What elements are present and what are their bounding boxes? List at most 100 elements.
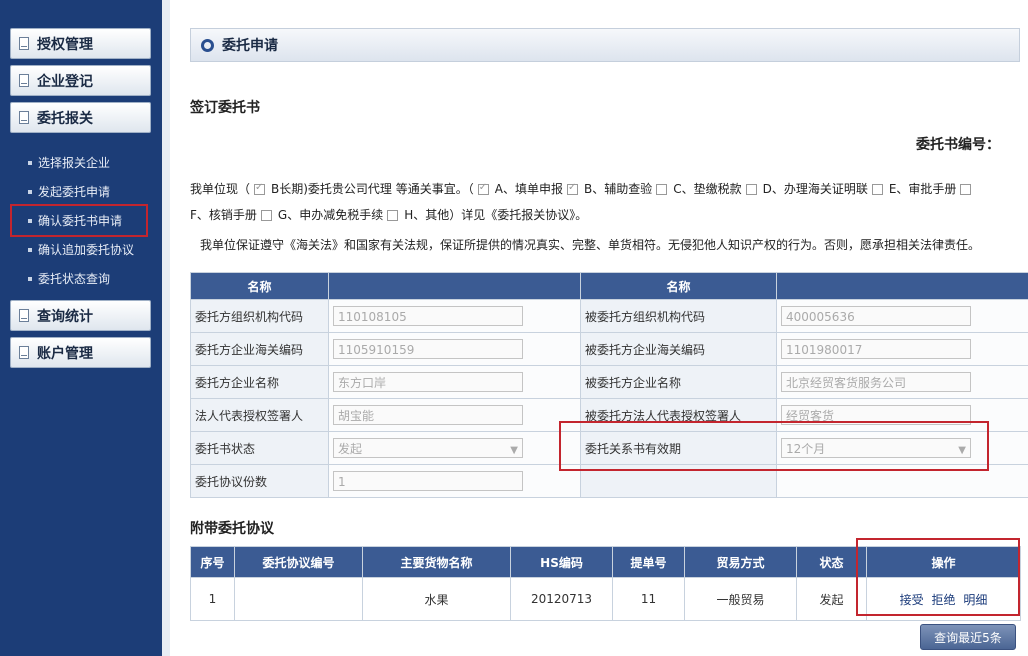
- field-label: 委托书状态: [190, 431, 329, 465]
- sub-item-label: 确认追加委托协议: [38, 243, 135, 257]
- option-g-checkbox[interactable]: [260, 210, 272, 221]
- table-row: 委托方组织机构代码 110108105 被委托方组织机构代码 400005636: [190, 299, 1028, 333]
- long-term-checkbox[interactable]: [254, 182, 266, 195]
- text: B长期)委托贵公司代理 等通关事宜。（: [271, 182, 474, 196]
- sidebar-item-label: 授权管理: [37, 36, 93, 53]
- document-icon: [19, 346, 29, 359]
- page-title: 委托申请: [222, 38, 278, 54]
- field-label: 委托方组织机构代码: [190, 299, 329, 333]
- document-icon: [19, 74, 29, 87]
- hs-code: 20120713: [510, 577, 613, 621]
- field-label: 被委托方法人代表授权签署人: [580, 398, 777, 432]
- column-header: 贸易方式: [684, 546, 797, 578]
- company-name-field[interactable]: 东方口岸: [333, 372, 523, 392]
- option-e-label: E、审批手册: [888, 182, 957, 196]
- sidebar-item-entrusted-declaration[interactable]: 委托报关: [10, 102, 151, 133]
- column-header: 提单号: [612, 546, 685, 578]
- column-header: 主要货物名称: [362, 546, 511, 578]
- option-c-label: C、垫缴税款: [673, 182, 742, 196]
- chevron-down-icon: ▼: [958, 445, 966, 456]
- sidebar-item-label: 企业登记: [37, 73, 93, 90]
- entrust-scope-line-2: F、核销手册 G、申办减免税手续 H、其他）详见《委托报关协议》。: [190, 206, 587, 223]
- section-title-sign: 签订委托书: [190, 100, 260, 116]
- operations-cell: 接受 拒绝 明细: [866, 577, 1021, 621]
- sidebar-item-enterprise-registration[interactable]: 企业登记: [10, 65, 151, 96]
- agent-customs-code-field[interactable]: 1101980017: [781, 339, 971, 359]
- field-cell: 12个月 ▼: [776, 431, 1028, 465]
- field-cell: 1105910159: [328, 332, 581, 366]
- sub-item-label: 选择报关企业: [38, 156, 111, 170]
- bullet-icon: [28, 160, 32, 165]
- column-header: 名称: [190, 272, 329, 300]
- option-g-label: G、申办减免税手续: [277, 208, 384, 222]
- validity-period-select[interactable]: 12个月 ▼: [781, 438, 971, 458]
- table-header-row: 名称 名称: [190, 272, 1028, 300]
- column-header: 状态: [796, 546, 867, 578]
- option-d-label: D、办理海关证明联: [762, 182, 868, 196]
- document-icon: [19, 111, 29, 124]
- table-row: 委托方企业名称 东方口岸 被委托方企业名称 北京经贸客货服务公司: [190, 365, 1028, 399]
- sidebar-sub-initiate-request[interactable]: 发起委托申请: [28, 177, 158, 206]
- field-cell: 1: [328, 464, 581, 498]
- column-header: HS编码: [510, 546, 613, 578]
- reject-link[interactable]: 拒绝: [931, 593, 955, 607]
- table-header-row: 序号 委托协议编号 主要货物名称 HS编码 提单号 贸易方式 状态 操作: [190, 546, 1021, 578]
- row-status: 发起: [796, 577, 867, 621]
- sidebar-sub-confirm-additional[interactable]: 确认追加委托协议: [28, 235, 158, 264]
- column-header: 操作: [866, 546, 1021, 578]
- option-d-checkbox[interactable]: [745, 184, 757, 195]
- empty-cell: [776, 464, 1028, 498]
- bullet-icon: [28, 189, 32, 194]
- option-h-checkbox[interactable]: [387, 210, 399, 221]
- option-f-label: F、核销手册: [190, 208, 257, 222]
- circle-bullet-icon: [201, 38, 214, 52]
- agreement-code: [234, 577, 363, 621]
- field-label: 被委托方企业海关编码: [580, 332, 777, 366]
- field-label: 法人代表授权签署人: [190, 398, 329, 432]
- chevron-down-icon: ▼: [510, 445, 518, 456]
- field-cell: 经贸客货: [776, 398, 1028, 432]
- select-value: 发起: [338, 442, 363, 456]
- sidebar-sub-confirm-request[interactable]: 确认委托书申请: [10, 204, 148, 237]
- guarantee-statement: 我单位保证遵守《海关法》和国家有关法规，保证所提供的情况真实、完整、单货相符。无…: [200, 238, 981, 252]
- field-label: 委托方企业海关编码: [190, 332, 329, 366]
- option-c-checkbox[interactable]: [656, 184, 668, 195]
- sidebar-item-query-statistics[interactable]: 查询统计: [10, 300, 151, 331]
- org-code-field[interactable]: 110108105: [333, 306, 523, 326]
- sidebar-sub-list: 选择报关企业 发起委托申请 确认委托书申请 确认追加委托协议 委托状态查询: [10, 148, 158, 293]
- page-header: 委托申请: [190, 28, 1020, 62]
- attached-agreement-table: 序号 委托协议编号 主要货物名称 HS编码 提单号 贸易方式 状态 操作 1 水…: [190, 546, 1021, 621]
- doc-number-label: 委托书编号：: [916, 137, 1000, 153]
- sidebar-item-auth-management[interactable]: 授权管理: [10, 28, 151, 59]
- agent-org-code-field[interactable]: 400005636: [781, 306, 971, 326]
- field-label: 委托方企业名称: [190, 365, 329, 399]
- query-recent-button[interactable]: 查询最近5条: [920, 624, 1016, 650]
- section-title-attached: 附带委托协议: [190, 521, 274, 537]
- agent-company-name-field[interactable]: 北京经贸客货服务公司: [781, 372, 971, 392]
- select-value: 12个月: [786, 442, 826, 456]
- trade-mode: 一般贸易: [684, 577, 797, 621]
- field-cell: 1101980017: [776, 332, 1028, 366]
- text: ）详见《委托报关协议》。: [449, 208, 588, 222]
- legal-signer-field[interactable]: 胡宝能: [333, 405, 523, 425]
- option-f-checkbox[interactable]: [960, 184, 972, 195]
- detail-link[interactable]: 明细: [963, 593, 987, 607]
- sidebar-sub-status-query[interactable]: 委托状态查询: [28, 264, 158, 293]
- text: 我单位现（: [190, 182, 251, 196]
- field-cell: 北京经贸客货服务公司: [776, 365, 1028, 399]
- customs-code-field[interactable]: 1105910159: [333, 339, 523, 359]
- agent-legal-signer-field[interactable]: 经贸客货: [781, 405, 971, 425]
- option-e-checkbox[interactable]: [871, 184, 883, 195]
- entrust-info-table: 名称 名称 委托方组织机构代码 110108105 被委托方组织机构代码 400…: [190, 272, 1028, 498]
- bill-no: 11: [612, 577, 685, 621]
- field-label: 委托关系书有效期: [580, 431, 777, 465]
- status-select[interactable]: 发起 ▼: [333, 438, 523, 458]
- accept-link[interactable]: 接受: [900, 593, 924, 607]
- option-a-checkbox[interactable]: [477, 182, 489, 195]
- agreement-copies-field[interactable]: 1: [333, 471, 523, 491]
- sidebar-sub-select-broker[interactable]: 选择报关企业: [28, 148, 158, 177]
- sidebar-item-account-management[interactable]: 账户管理: [10, 337, 151, 368]
- sidebar-item-label: 委托报关: [37, 110, 93, 127]
- sidebar-item-label: 查询统计: [37, 308, 93, 325]
- option-b-checkbox[interactable]: [566, 182, 578, 195]
